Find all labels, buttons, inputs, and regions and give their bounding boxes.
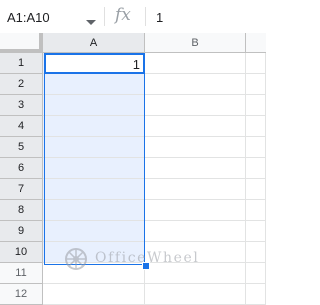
cell-c3[interactable] <box>246 95 266 116</box>
row-header-11[interactable]: 11 <box>0 263 43 284</box>
cell-a3[interactable] <box>43 95 145 116</box>
column-label: B <box>191 37 199 49</box>
column-label: A <box>89 37 98 49</box>
row-header-10[interactable]: 10 <box>0 242 43 263</box>
row-header-8[interactable]: 8 <box>0 200 43 221</box>
formula-bar: A1:A10 fx 1 <box>0 0 266 34</box>
row-header-7[interactable]: 7 <box>0 179 43 200</box>
cell-b3[interactable] <box>145 95 246 116</box>
row-header-12[interactable]: 12 <box>0 284 43 305</box>
cell-b6[interactable] <box>145 158 246 179</box>
row-header-1[interactable]: 1 <box>0 53 43 74</box>
cell-b2[interactable] <box>145 74 246 95</box>
cell-c7[interactable] <box>246 179 266 200</box>
cell-value: 1 <box>132 57 140 72</box>
row-label: 3 <box>17 99 25 111</box>
divider <box>104 7 105 26</box>
cell-b12[interactable] <box>145 284 246 305</box>
cell-c4[interactable] <box>246 116 266 137</box>
column-header-b[interactable]: B <box>145 33 246 53</box>
row-header-2[interactable]: 2 <box>0 74 43 95</box>
cell-b9[interactable] <box>145 221 246 242</box>
column-header-a[interactable]: A <box>43 33 145 53</box>
row-label: 8 <box>17 204 25 216</box>
row-label: 5 <box>17 141 25 153</box>
row-label: 4 <box>17 120 25 132</box>
row-label: 1 <box>17 57 25 69</box>
cell-c9[interactable] <box>246 221 266 242</box>
cell-c1[interactable] <box>246 53 266 74</box>
cell-a4[interactable] <box>43 116 145 137</box>
cell-c5[interactable] <box>246 137 266 158</box>
cell-a2[interactable] <box>43 74 145 95</box>
column-header-c[interactable] <box>246 33 266 53</box>
cell-c12[interactable] <box>246 284 266 305</box>
name-box-value: A1:A10 <box>7 10 50 25</box>
cell-a8[interactable] <box>43 200 145 221</box>
fx-icon: fx <box>115 5 131 25</box>
watermark: OfficeWheel <box>62 245 212 273</box>
cell-b5[interactable] <box>145 137 246 158</box>
formula-input[interactable]: 1 <box>156 10 163 25</box>
cell-b1[interactable] <box>145 53 246 74</box>
cell-c11[interactable] <box>246 263 266 284</box>
row-label: 6 <box>17 162 25 174</box>
row-header-4[interactable]: 4 <box>0 116 43 137</box>
cell-c2[interactable] <box>246 74 266 95</box>
row-header-3[interactable]: 3 <box>0 95 43 116</box>
cell-a12[interactable] <box>43 284 145 305</box>
cell-c8[interactable] <box>246 200 266 221</box>
row-header-9[interactable]: 9 <box>0 221 43 242</box>
row-label: 12 <box>14 288 28 300</box>
chevron-down-icon[interactable] <box>86 13 96 31</box>
divider <box>145 7 146 26</box>
cell-c10[interactable] <box>246 242 266 263</box>
cell-c6[interactable] <box>246 158 266 179</box>
row-header-6[interactable]: 6 <box>0 158 43 179</box>
row-label: 7 <box>17 183 25 195</box>
cell-b4[interactable] <box>145 116 246 137</box>
name-box[interactable]: A1:A10 <box>0 0 104 33</box>
officewheel-logo-icon <box>65 248 87 270</box>
watermark-text: OfficeWheel <box>95 250 200 266</box>
select-all-corner[interactable] <box>0 33 43 53</box>
row-label: 2 <box>17 78 25 90</box>
active-cell-a1[interactable]: 1 <box>44 53 145 74</box>
cell-a9[interactable] <box>43 221 145 242</box>
cell-a7[interactable] <box>43 179 145 200</box>
cell-a6[interactable] <box>43 158 145 179</box>
row-label: 11 <box>15 267 27 279</box>
cell-a5[interactable] <box>43 137 145 158</box>
cell-b8[interactable] <box>145 200 246 221</box>
row-header-5[interactable]: 5 <box>0 137 43 158</box>
row-label: 10 <box>14 246 28 258</box>
row-label: 9 <box>17 225 25 237</box>
cell-b7[interactable] <box>145 179 246 200</box>
